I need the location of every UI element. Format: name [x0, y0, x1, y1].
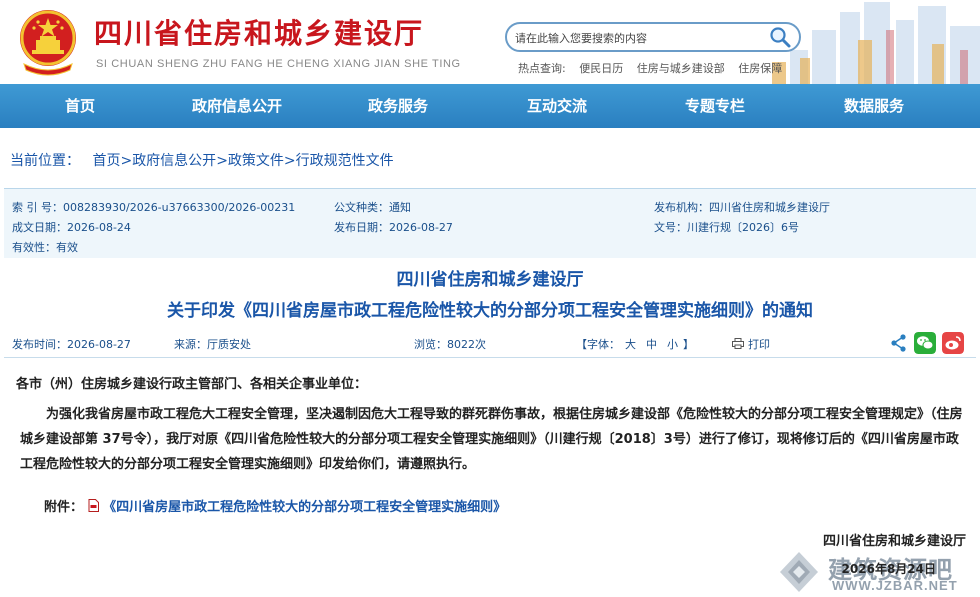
breadcrumb-home[interactable]: 首页: [92, 153, 120, 169]
font-size-small[interactable]: 小: [667, 338, 678, 351]
article-info-bar: 发布时间：2026-08-27 来源：厅质安处 浏览：8022次 【字体：大中小…: [4, 330, 976, 358]
site-title: 四川省住房和城乡建设厅: [94, 17, 425, 50]
view-count: 浏览：8022次: [414, 338, 486, 351]
watermark-url: WWW.JZBAR.NET: [832, 578, 958, 593]
breadcrumb-gov-info[interactable]: 政府信息公开: [132, 153, 216, 169]
signature-date: 2026年8月24日: [841, 562, 936, 576]
meta-type: 公文种类：通知: [334, 201, 411, 214]
attachment: 附件： 《四川省房屋市政工程危险性较大的分部分项工程安全管理实施细则》: [44, 496, 506, 515]
site-header: 四川省住房和城乡建设厅 SI CHUAN SHENG ZHU FANG HE C…: [0, 0, 980, 84]
document-title-issuer: 四川省住房和城乡建设厅: [396, 270, 584, 290]
nav-item-gov-info[interactable]: 政府信息公开: [172, 84, 302, 128]
breadcrumb-normative[interactable]: 行政规范性文件: [296, 153, 394, 169]
meta-created: 成文日期：2026-08-24: [12, 221, 131, 234]
breadcrumb: 当前位置： 首页>政府信息公开>政策文件>行政规范性文件: [10, 150, 394, 170]
hot-search-links: 热点查询: 便民日历 住房与城乡建设部 住房保障: [518, 60, 792, 76]
hot-link-calendar[interactable]: 便民日历: [579, 62, 623, 75]
hot-link-housing[interactable]: 住房保障: [738, 62, 782, 75]
article-paragraph: 为强化我省房屋市政工程危大工程安全管理，坚决遏制因危大工程导致的群死群伤事故，根…: [20, 407, 963, 472]
breadcrumb-label: 当前位置：: [10, 153, 80, 169]
document-title: 关于印发《四川省房屋市政工程危险性较大的分部分项工程安全管理实施细则》的通知: [167, 301, 813, 321]
document-meta-table: 索 引 号：008283930/2026-u37663300/2026-0023…: [4, 188, 976, 258]
site-title-pinyin: SI CHUAN SHENG ZHU FANG HE CHENG XIANG J…: [96, 58, 461, 70]
nav-item-services[interactable]: 政务服务: [338, 84, 458, 128]
meta-pub-date: 发布日期：2026-08-27: [334, 221, 453, 234]
attachment-link[interactable]: 《四川省房屋市政工程危险性较大的分部分项工程安全管理实施细则》: [103, 500, 506, 515]
search-input[interactable]: [515, 28, 765, 48]
nav-item-interaction[interactable]: 互动交流: [497, 84, 617, 128]
pdf-file-icon: [88, 499, 99, 512]
wechat-icon[interactable]: [914, 332, 936, 354]
share-icon[interactable]: [890, 332, 908, 354]
weibo-icon[interactable]: [942, 332, 964, 354]
hot-label: 热点查询:: [518, 62, 566, 75]
print-button[interactable]: 打印: [732, 336, 770, 352]
national-emblem-logo: [20, 10, 76, 76]
diamond-logo-icon: [780, 552, 818, 592]
breadcrumb-sep: >: [120, 153, 133, 169]
breadcrumb-sep: >: [216, 153, 228, 169]
signature-issuer: 四川省住房和城乡建设厅: [822, 534, 966, 549]
nav-item-home[interactable]: 首页: [20, 84, 140, 128]
search-box: [505, 22, 801, 52]
main-nav: 首页 政府信息公开 政务服务 互动交流 专题专栏 数据服务: [0, 84, 980, 128]
greeting: 各市（州）住房城乡建设行政主管部门、各相关企事业单位：: [16, 377, 368, 392]
breadcrumb-sep: >: [283, 153, 296, 169]
font-size-medium[interactable]: 中: [646, 338, 657, 351]
font-size-switcher: 【字体：大中小】: [576, 338, 694, 351]
font-size-large[interactable]: 大: [625, 338, 636, 351]
hot-link-ministry[interactable]: 住房与城乡建设部: [637, 62, 725, 75]
breadcrumb-policy[interactable]: 政策文件: [228, 153, 284, 169]
meta-org: 发布机构：四川省住房和城乡建设厅: [654, 201, 830, 214]
search-icon[interactable]: [767, 25, 793, 49]
article-body: 各市（州）住房城乡建设行政主管部门、各相关企事业单位：: [16, 372, 966, 397]
meta-index: 索 引 号：008283930/2026-u37663300/2026-0023…: [12, 201, 296, 214]
nav-item-topics[interactable]: 专题专栏: [655, 84, 775, 128]
printer-icon: [732, 338, 744, 349]
meta-validity: 有效性：有效: [12, 241, 78, 254]
meta-doc-no: 文号：川建行规〔2026〕6号: [654, 221, 799, 234]
source: 来源：厅质安处: [174, 338, 251, 351]
nav-item-data[interactable]: 数据服务: [814, 84, 934, 128]
attachment-label: 附件：: [44, 500, 84, 515]
publish-time: 发布时间：2026-08-27: [12, 338, 131, 351]
